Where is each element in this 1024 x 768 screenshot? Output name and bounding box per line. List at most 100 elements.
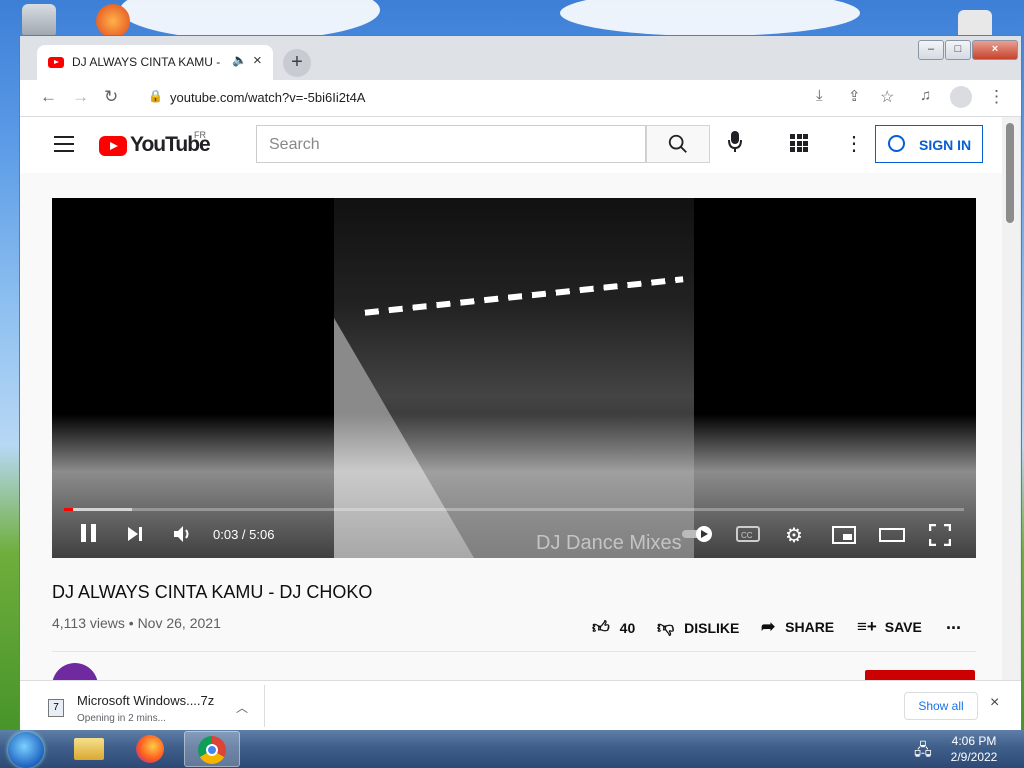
like-button[interactable]: 👍︎ 40 [592,617,635,638]
share-arrow-icon: ➦ [761,617,776,636]
theater-mode-icon[interactable] [879,526,905,549]
played-bar [64,508,73,511]
youtube-page: YouTube FR Search ⋮ SIGN IN DJ Dance Mix… [20,117,1002,680]
back-arrow-icon[interactable]: ← [40,87,57,107]
desktop-cloud [120,0,380,40]
search-placeholder: Search [269,136,320,153]
show-all-button[interactable]: Show all [904,692,978,720]
time-display: 0:03 / 5:06 [213,527,275,542]
download-status: Opening in 2 mins... [77,713,166,724]
thumb-up-icon: 👍︎ [592,618,610,637]
taskbar: 🖧 4:06 PM 2/9/2022 [0,730,1024,768]
sign-in-label: SIGN IN [919,137,972,153]
tunnel-lights [364,276,684,316]
profile-avatar[interactable] [950,86,972,108]
region-code: FR [194,130,206,140]
forward-arrow-icon[interactable]: → [72,87,89,107]
download-item[interactable]: 7 Microsoft Windows....7z Opening in 2 m… [30,685,265,727]
channel-avatar[interactable] [52,663,98,680]
firefox-icon [136,735,164,763]
share-page-icon[interactable]: ⇪ [848,87,861,105]
recycle-bin-icon[interactable] [22,4,56,38]
search-button[interactable] [646,125,710,163]
youtube-header: YouTube FR Search ⋮ SIGN IN [20,117,1002,173]
settings-menu-icon[interactable]: ⋮ [844,131,864,156]
video-player[interactable]: DJ Dance Mixes 0:03 / 5:06 CC ⚙ [52,198,976,558]
buffered-bar [64,508,132,511]
reload-icon[interactable]: ↻ [104,87,118,107]
pause-icon[interactable] [80,523,98,548]
audio-playing-icon[interactable]: 🔈 [232,53,247,67]
firefox-taskbar-button[interactable] [123,731,179,767]
scrollbar-thumb[interactable] [1006,123,1014,223]
settings-gear-icon[interactable]: ⚙ [785,523,803,548]
save-button[interactable]: ≡+ SAVE [857,617,922,637]
minimize-button[interactable]: – [918,40,944,60]
start-button[interactable] [8,732,44,768]
new-tab-button[interactable]: + [283,49,311,77]
share-button[interactable]: ➦ SHARE [761,617,834,637]
thumb-down-icon: 👎︎ [657,618,675,637]
media-control-icon[interactable]: ♫ [920,87,931,104]
youtube-favicon-icon [48,57,64,68]
download-file-name: Microsoft Windows....7z [77,693,215,708]
like-count: 40 [619,620,636,636]
download-bar-close-icon[interactable]: × [990,694,999,712]
fullscreen-icon[interactable] [928,523,952,551]
page-scrollbar[interactable] [1002,117,1020,680]
next-icon[interactable] [126,525,144,548]
bookmark-star-icon[interactable]: ☆ [880,87,894,107]
video-title: DJ ALWAYS CINTA KAMU - DJ CHOKO [52,582,373,602]
playlist-add-icon: ≡+ [857,617,877,636]
lock-icon: 🔒 [148,89,163,103]
volume-icon[interactable] [172,524,194,549]
firefox-desktop-icon[interactable] [96,4,130,38]
chrome-menu-icon[interactable]: ⋮ [988,87,1005,107]
close-window-button[interactable]: × [972,40,1018,60]
chevron-up-icon[interactable]: ︿ [236,699,248,716]
download-bar: 7 Microsoft Windows....7z Opening in 2 m… [20,680,1021,731]
address-bar[interactable]: 🔒 youtube.com/watch?v=-5bi6Ii2t4A [134,85,434,111]
chrome-icon [198,736,226,764]
youtube-logo-icon[interactable] [99,136,127,156]
subscribe-button[interactable] [865,670,975,680]
clock[interactable]: 4:06 PM 2/9/2022 [946,733,1002,765]
archive-file-icon: 7 [48,699,64,717]
captions-icon[interactable]: CC [736,526,760,547]
explorer-taskbar-button[interactable] [62,731,118,767]
microphone-icon[interactable] [728,131,742,159]
dislike-button[interactable]: 👎︎ DISLIKE [657,617,739,638]
share-label: SHARE [785,619,835,635]
title-bar: DJ ALWAYS CINTA KAMU - D 🔈 × + – □ × [20,36,1021,80]
hamburger-menu-icon[interactable] [54,136,74,152]
save-label: SAVE [884,619,922,635]
autoplay-toggle[interactable] [680,524,714,549]
search-input[interactable]: Search [256,125,646,163]
browser-toolbar: ← → ↻ 🔒 youtube.com/watch?v=-5bi6Ii2t4A … [20,80,1021,117]
tab-title: DJ ALWAYS CINTA KAMU - D [72,55,222,69]
clock-time: 4:06 PM [951,734,997,748]
more-actions-icon[interactable]: ... [946,613,961,634]
video-watermark: DJ Dance Mixes [536,532,682,554]
video-meta: 4,113 views • Nov 26, 2021 [52,615,221,631]
account-icon [888,135,905,152]
desktop-cloud [560,0,860,36]
chrome-taskbar-button[interactable] [184,731,240,767]
apps-grid-icon[interactable] [790,134,808,152]
folder-icon [74,738,104,760]
miniplayer-icon[interactable] [832,526,856,549]
url-text: youtube.com/watch?v=-5bi6Ii2t4A [170,90,366,105]
sign-in-button[interactable]: SIGN IN [875,125,983,163]
search-icon [668,134,687,153]
dislike-label: DISLIKE [684,620,740,636]
tab-close-button[interactable]: × [253,52,262,69]
browser-tab[interactable]: DJ ALWAYS CINTA KAMU - D 🔈 × [37,45,273,80]
install-app-icon[interactable]: ⤓ [816,87,823,104]
browser-window: DJ ALWAYS CINTA KAMU - D 🔈 × + – □ × ← →… [19,35,1022,731]
divider [52,651,976,652]
network-icon[interactable]: 🖧 [914,739,932,766]
maximize-button[interactable]: □ [945,40,971,60]
clock-date: 2/9/2022 [950,750,998,764]
progress-bar[interactable] [64,508,964,511]
svg-text:CC: CC [741,531,753,540]
